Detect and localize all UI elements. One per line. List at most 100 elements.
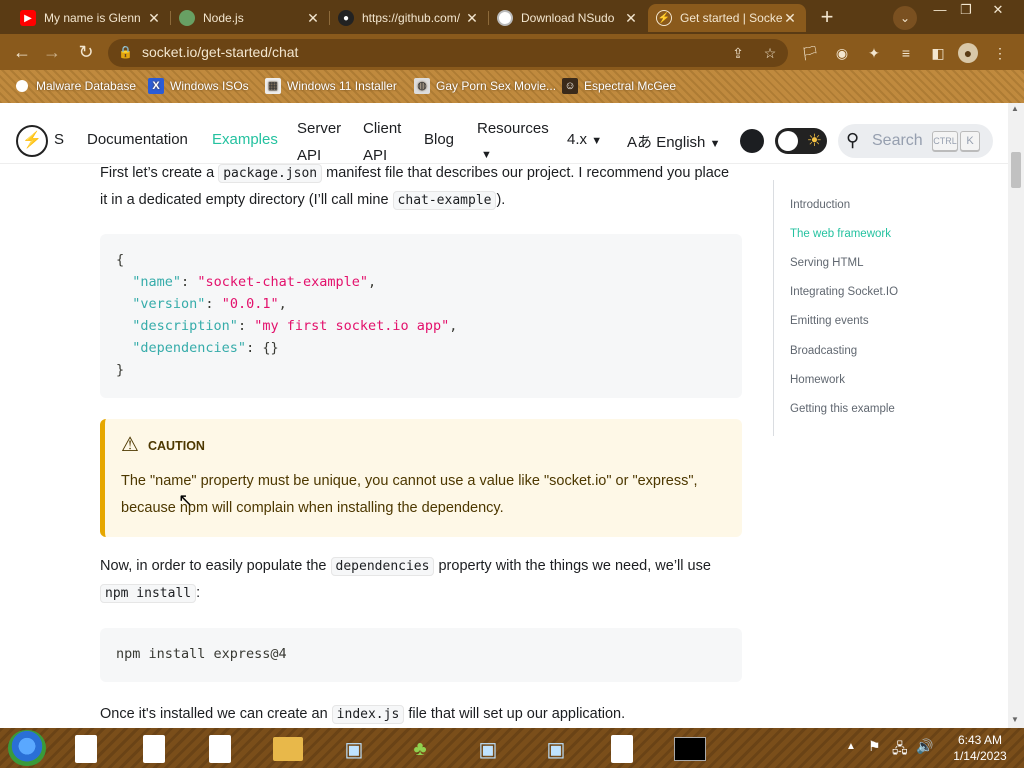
extension-avatar-icon[interactable]: ◉ — [832, 43, 852, 63]
taskbar-item-file[interactable] — [602, 733, 642, 765]
tab-github[interactable]: ● https://github.com/ ✕ — [330, 4, 488, 32]
taskbar-item-installer[interactable]: ▣ — [536, 733, 576, 765]
npm-install-paragraph: Now, in order to easily populate the dep… — [100, 553, 760, 607]
scroll-up-icon[interactable]: ▲ — [1011, 104, 1019, 113]
reload-button[interactable]: ↻ — [74, 41, 98, 65]
extension-flag-icon[interactable]: 🏳 — [800, 43, 820, 63]
terminal-icon — [674, 737, 706, 761]
bookmark-item[interactable]: ◍ Gay Porn Sex Movie... — [414, 77, 556, 95]
index-js-paragraph: Once it's installed we can create an ind… — [100, 701, 760, 728]
code-block-npm-install[interactable]: npm install express@4 — [100, 628, 742, 682]
share-icon[interactable]: ⇪ — [728, 43, 748, 63]
toc-item-broadcasting[interactable]: Broadcasting — [790, 345, 857, 357]
profile-avatar-icon[interactable]: ● — [958, 43, 978, 63]
back-button[interactable]: ← — [10, 41, 34, 65]
system-clock[interactable]: 6:43 AM 1/14/2023 — [940, 732, 1020, 764]
minimize-button[interactable]: — — [926, 0, 954, 20]
clock-date: 1/14/2023 — [953, 749, 1007, 763]
extensions-puzzle-icon[interactable]: ✦ — [864, 43, 884, 63]
bookmark-item[interactable]: ☺ Espectral McGee — [562, 77, 676, 95]
tab-youtube[interactable]: ▶ My name is Glenn ✕ — [12, 4, 170, 32]
media-control-icon[interactable]: ≡ — [896, 43, 916, 63]
tab-title: Download NSudo — [521, 11, 615, 25]
toggle-knob — [778, 131, 798, 151]
inline-code: chat-example — [392, 191, 497, 210]
code-line: npm install express@4 — [116, 646, 287, 662]
code-line: "name": "socket-chat-example", — [132, 274, 377, 290]
maximize-button[interactable]: ❐ — [952, 0, 980, 20]
text: Once it's installed we can create an — [100, 706, 332, 722]
code-line: "version": "0.0.1", — [132, 296, 287, 312]
taskbar-item-file[interactable] — [134, 733, 174, 765]
scroll-down-icon[interactable]: ▼ — [1011, 715, 1019, 724]
close-icon[interactable]: ✕ — [623, 10, 639, 27]
forward-button[interactable]: → — [40, 41, 64, 65]
version-dropdown[interactable]: 4.x ▼ — [567, 131, 602, 148]
taskbar-item-cmd[interactable] — [670, 733, 710, 765]
json-string: "socket-chat-example" — [197, 274, 368, 290]
github-icon[interactable] — [740, 129, 764, 153]
caution-admonition: ⚠ CAUTION The "name" property must be un… — [100, 419, 742, 537]
github-icon: ● — [338, 10, 354, 26]
document-icon — [75, 735, 97, 763]
toc-item-integrating-socketio[interactable]: Integrating Socket.IO — [790, 286, 898, 298]
taskbar-item-explorer[interactable] — [268, 733, 308, 765]
inline-code: dependencies — [330, 557, 435, 576]
close-icon[interactable]: ✕ — [782, 10, 798, 27]
code-block-package-json[interactable]: { "name": "socket-chat-example", "versio… — [100, 234, 742, 398]
json-value: {} — [262, 340, 279, 356]
nav-documentation[interactable]: Documentation — [87, 131, 188, 148]
bookmark-item[interactable]: Malware Database — [16, 77, 136, 95]
text: : — [196, 585, 201, 601]
tab-search-button[interactable]: ⌄ — [893, 6, 917, 30]
taskbar-item-installer[interactable]: ▣ — [334, 733, 374, 765]
json-key: "description" — [132, 318, 238, 334]
caution-text: The "name" property must be unique, you … — [121, 468, 741, 522]
socketio-logo-icon[interactable]: ⚡ — [16, 125, 48, 157]
site-title[interactable]: S — [54, 131, 64, 148]
page-scrollbar[interactable] — [1008, 103, 1024, 728]
kbd-ctrl: CTRL — [932, 131, 958, 151]
youtube-icon: ▶ — [20, 10, 36, 26]
toc-item-serving-html[interactable]: Serving HTML — [790, 257, 864, 269]
close-window-button[interactable]: ✕ — [984, 0, 1012, 20]
chevron-down-icon: ⌄ — [899, 11, 911, 25]
network-icon[interactable]: 🖧 — [892, 738, 908, 762]
scrollbar-thumb[interactable] — [1011, 152, 1021, 188]
volume-icon[interactable]: 🔊 — [916, 738, 933, 755]
bookmark-star-icon[interactable]: ☆ — [760, 43, 780, 63]
tab-nsudo[interactable]: Download NSudo ✕ — [489, 4, 647, 32]
toc-item-homework[interactable]: Homework — [790, 374, 845, 386]
taskbar-item-file[interactable] — [200, 733, 240, 765]
taskbar-item-installer[interactable]: ▣ — [468, 733, 508, 765]
toc-item-introduction[interactable]: Introduction — [790, 199, 850, 211]
side-panel-icon[interactable]: ◧ — [928, 43, 948, 63]
bookmark-item[interactable]: ▦ Windows 11 Installer — [265, 77, 397, 95]
taskbar-item-file[interactable] — [66, 733, 106, 765]
bookmark-item[interactable]: X Windows ISOs — [148, 77, 249, 95]
toc-item-web-framework[interactable]: The web framework — [790, 228, 891, 240]
tray-expand-icon[interactable]: ▲ — [846, 741, 856, 752]
toc-item-emitting-events[interactable]: Emitting events — [790, 315, 869, 327]
tab-title: https://github.com/ — [362, 11, 461, 25]
close-icon[interactable]: ✕ — [464, 10, 480, 27]
close-icon[interactable]: ✕ — [305, 10, 321, 27]
toc-item-getting-example[interactable]: Getting this example — [790, 403, 895, 415]
nav-blog[interactable]: Blog — [424, 131, 454, 148]
dark-mode-toggle[interactable]: ☀ — [775, 128, 827, 154]
flag-icon[interactable]: ⚑ — [868, 738, 881, 755]
taskbar-item-network[interactable]: ♣ — [400, 733, 440, 765]
start-button[interactable] — [8, 730, 46, 766]
nav-label: Server — [297, 120, 342, 137]
document-icon — [209, 735, 231, 763]
menu-kebab-icon[interactable]: ⋮ — [990, 43, 1010, 63]
bookmark-label: Malware Database — [36, 79, 137, 93]
nav-examples[interactable]: Examples — [212, 131, 278, 148]
language-dropdown[interactable]: Aあ English ▼ — [627, 131, 720, 152]
close-icon[interactable]: ✕ — [146, 10, 162, 27]
tab-nodejs[interactable]: Node.js ✕ — [171, 4, 329, 32]
search-button[interactable]: ⚲ Search CTRL K — [838, 124, 993, 158]
url-text[interactable]: socket.io/get-started/chat — [142, 44, 298, 60]
tab-socketio[interactable]: ⚡ Get started | Socket.IO ✕ — [648, 4, 806, 32]
new-tab-button[interactable]: + — [815, 6, 839, 30]
